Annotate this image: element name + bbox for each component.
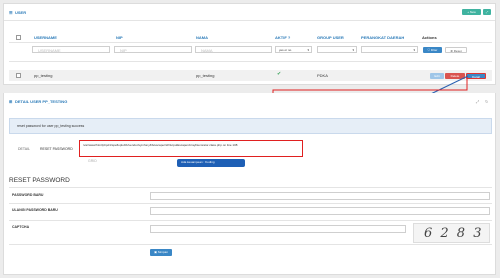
- error-box: /var/www/html/phpd1/spefloplo/lib/vendor…: [79, 140, 303, 157]
- detail-panel: ⊞ DETAIL USER PP_TESTING ⤢ ↻ reset passw…: [3, 93, 496, 275]
- save-label: Simpan: [157, 250, 168, 254]
- detail-panel-title: DETAIL USER PP_TESTING: [15, 99, 68, 104]
- error-callout: Ada kesampean : Koding: [177, 159, 245, 167]
- success-alert: reset password for user pp_testing succe…: [9, 118, 492, 134]
- form-divider: [9, 244, 492, 245]
- confirm-password-input[interactable]: [150, 207, 490, 215]
- detail-title-icon: ⊞: [9, 99, 13, 104]
- password-input[interactable]: [150, 192, 490, 200]
- refresh-icon[interactable]: ↻: [485, 99, 488, 104]
- captcha-label: CAPTCHA: [12, 225, 30, 229]
- save-icon: ▣: [154, 250, 157, 254]
- captcha-image: 6 2 8 3: [413, 223, 490, 243]
- form-divider-top: [9, 187, 492, 188]
- captcha-text: 6 2 8 3: [424, 226, 484, 241]
- tab-grid[interactable]: GRID: [88, 159, 97, 164]
- password-label: PASSWORD BARU: [12, 193, 44, 197]
- error-text: /var/www/html/phpd1/spefloplo/lib/vendor…: [83, 143, 238, 147]
- expand-icon[interactable]: ⤢: [476, 99, 479, 104]
- success-alert-text: reset password for user pp_testing succe…: [17, 124, 85, 128]
- tab-reset-password[interactable]: RESET PASSWORD: [40, 147, 73, 152]
- reset-password-heading: RESET PASSWORD: [9, 177, 70, 184]
- tab-detail[interactable]: DETAIL: [18, 147, 30, 152]
- error-callout-text: Ada kesampean : Koding: [181, 160, 215, 164]
- form-divider: [9, 203, 492, 204]
- captcha-input[interactable]: [150, 225, 406, 233]
- save-button[interactable]: ▣ Simpan: [150, 249, 172, 256]
- form-divider: [9, 220, 492, 221]
- confirm-password-label: ULANGI PASSWORD BARU: [12, 208, 58, 212]
